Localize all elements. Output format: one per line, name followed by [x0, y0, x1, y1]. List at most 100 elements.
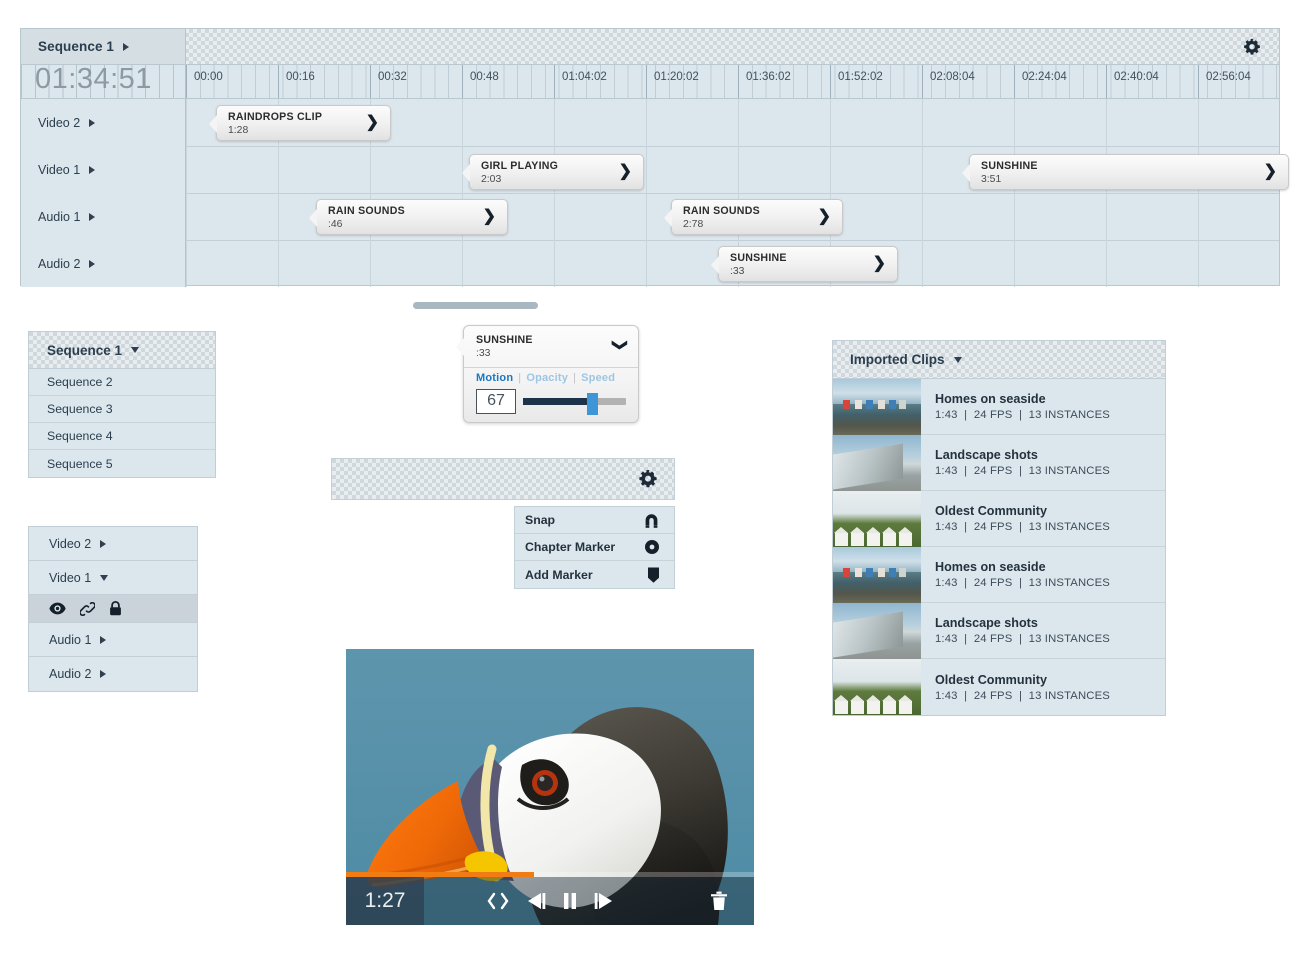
pause-button[interactable] — [561, 892, 579, 910]
sequence-dropdown-options: Sequence 2 Sequence 3 Sequence 4 Sequence 5 — [29, 369, 215, 477]
lock-toggle-button[interactable] — [109, 601, 122, 616]
clip-title: Oldest Community — [935, 504, 1047, 518]
timeline-sequence-label: Sequence 1 — [38, 39, 115, 54]
imported-clip-row[interactable]: Homes on seaside 1:43 | 24 FPS | 13 INSTA… — [833, 379, 1165, 435]
imported-clip-row[interactable]: Oldest Community 1:43 | 24 FPS | 13 INSTA… — [833, 491, 1165, 547]
property-tab-opacity[interactable]: Opacity — [526, 372, 568, 384]
chevron-right-icon[interactable]: ❯ — [818, 208, 831, 226]
track-gridline — [1014, 193, 1015, 240]
chevron-right-icon — [100, 670, 107, 678]
track-gridline — [646, 193, 647, 240]
track-control-row-video-2[interactable]: Video 2 — [29, 527, 197, 561]
timeline-clip[interactable]: SUNSHINE:33 ❯ — [711, 246, 898, 282]
chevron-right-icon — [100, 635, 107, 644]
sequence-dropdown-trigger[interactable]: Sequence 1 — [29, 332, 215, 369]
clip-thumbnail — [833, 491, 921, 547]
chevron-right-icon — [89, 165, 96, 174]
track-gridline — [278, 146, 279, 193]
property-tab-motion[interactable]: Motion — [476, 372, 513, 384]
clip-name: RAIN SOUNDS — [683, 205, 760, 217]
link-toggle-button[interactable] — [80, 601, 95, 616]
chevron-right-icon[interactable]: ❯ — [619, 163, 632, 181]
gear-icon — [1244, 38, 1260, 55]
imported-clips-header[interactable]: Imported Clips — [833, 341, 1165, 379]
magnet-icon — [645, 514, 658, 528]
menu-item-icon-slot — [647, 566, 660, 583]
chevron-down-icon[interactable]: ❯ — [612, 339, 630, 352]
menu-item-icon-slot — [643, 512, 660, 528]
track-gridline — [922, 240, 923, 287]
clip-properties-panel: SUNSHINE :33 ❯ Motion | Opacity | Speed 67 — [456, 325, 639, 423]
divider — [464, 367, 638, 368]
settings-gear-button[interactable] — [636, 468, 660, 492]
delete-clip-button[interactable] — [710, 891, 728, 911]
chevron-right-icon[interactable]: ❯ — [873, 255, 886, 273]
timeline-sequence-tab[interactable]: Sequence 1 — [21, 29, 186, 64]
timeline-track-lane[interactable]: RAIN SOUNDS:46 ❯ RAIN SOUNDS 2:78 ❯ — [186, 193, 1279, 240]
imported-clip-row[interactable]: Landscape shots 1:43 | 24 FPS | 13 INSTAN… — [833, 603, 1165, 659]
track-control-row-audio-2[interactable]: Audio 2 — [29, 657, 197, 691]
timeline-clip[interactable]: GIRL PLAYING 2:03 ❯ — [462, 154, 644, 190]
track-label-text: Video 2 — [38, 115, 81, 130]
timeline-horizontal-scrollbar[interactable] — [413, 302, 538, 309]
timeline-ruler-scale[interactable]: 00:00 00:16 00:32 00:48 01:04:02 01:20:02 01:3… — [186, 65, 1279, 98]
property-tab-speed[interactable]: Speed — [581, 372, 615, 384]
menu-item-add-marker[interactable]: Add Marker — [515, 561, 674, 588]
imported-clips-list: Homes on seaside 1:43 | 24 FPS | 13 INSTA… — [833, 379, 1165, 715]
timeline-track-lane[interactable]: SUNSHINE:33 ❯ — [186, 240, 1279, 287]
player-current-time: 1:27 — [346, 877, 424, 925]
sequence-dropdown-selected: Sequence 1 — [47, 342, 123, 358]
step-forward-button[interactable] — [593, 892, 615, 910]
timeline-track-lane[interactable]: GIRL PLAYING 2:03 ❯ SUNSHINE 3:51 ❯ — [186, 146, 1289, 193]
trash-icon — [711, 891, 727, 910]
track-gridline — [1198, 99, 1199, 146]
eye-toggle-button[interactable] — [49, 602, 66, 615]
menu-item-snap[interactable]: Snap — [515, 507, 674, 534]
chevron-right-icon[interactable]: ❯ — [366, 114, 379, 132]
timeline-clip[interactable]: SUNSHINE 3:51 ❯ — [962, 154, 1289, 190]
track-control-label: Video 1 — [49, 570, 92, 585]
sequence-option[interactable]: Sequence 5 — [29, 450, 215, 477]
clip-properties-value-input[interactable]: 67 — [476, 389, 516, 414]
timeline-ruler[interactable]: 01:34:51 00:00 00:16 00:32 00:48 01:04:02 01:… — [21, 65, 1279, 99]
ruler-major-tick — [370, 65, 371, 98]
sequence-option[interactable]: Sequence 4 — [29, 423, 215, 450]
slider-thumb[interactable] — [587, 393, 598, 415]
timeline-track-label-video-1[interactable]: Video 1 — [21, 146, 186, 193]
track-gridline — [462, 99, 463, 146]
imported-clip-row[interactable]: Homes on seaside 1:43 | 24 FPS | 13 INSTA… — [833, 547, 1165, 603]
timeline-clip[interactable]: RAINDROPS CLIP 1:28 ❯ — [209, 105, 391, 141]
timeline-track-lane[interactable]: RAINDROPS CLIP 1:28 ❯ — [186, 99, 1279, 146]
sequence-option[interactable]: Sequence 3 — [29, 396, 215, 423]
track-gridline — [186, 99, 187, 146]
step-backward-button[interactable] — [525, 892, 547, 910]
thumbnail-art-landscape — [833, 435, 921, 491]
imported-clip-row[interactable]: Landscape shots 1:43 | 24 FPS | 13 INSTAN… — [833, 435, 1165, 491]
clip-properties-slider[interactable] — [523, 393, 626, 415]
link-icon — [80, 601, 95, 616]
timeline-track-label-video-2[interactable]: Video 2 — [21, 99, 186, 146]
track-gridline — [554, 193, 555, 240]
timeline-clip[interactable]: RAIN SOUNDS 2:78 ❯ — [664, 199, 843, 235]
imported-clip-row[interactable]: Oldest Community 1:43 | 24 FPS | 13 INSTA… — [833, 659, 1165, 715]
chevron-right-icon[interactable]: ❯ — [1264, 163, 1277, 181]
track-gridline — [186, 193, 187, 240]
menu-item-chapter-marker[interactable]: Chapter Marker — [515, 534, 674, 561]
menu-item-label: Add Marker — [525, 567, 593, 582]
clip-thumbnail — [833, 659, 921, 715]
chevron-right-icon[interactable]: ❯ — [483, 208, 496, 226]
track-gridline — [1106, 193, 1107, 240]
in-out-points-button[interactable] — [485, 892, 511, 910]
track-control-row-video-1[interactable]: Video 1 — [29, 561, 197, 595]
clip-metadata: 1:43 | 24 FPS | 13 INSTANCES — [935, 465, 1110, 477]
sequence-option[interactable]: Sequence 2 — [29, 369, 215, 396]
timeline-track-label-audio-2[interactable]: Audio 2 — [21, 240, 186, 287]
timeline-track-container: Video 2 RAINDROPS CLIP 1:28 ❯ Video 1 GIRL PL… — [21, 99, 1289, 287]
timeline-clip[interactable]: RAIN SOUNDS:46 ❯ — [309, 199, 508, 235]
timeline-toolbar: Sequence 1 — [21, 29, 1279, 65]
video-preview-player[interactable]: 1:27 — [346, 649, 754, 925]
timeline-track-label-audio-1[interactable]: Audio 1 — [21, 193, 186, 240]
timeline-settings-gear-button[interactable] — [1241, 37, 1263, 59]
track-control-row-audio-1[interactable]: Audio 1 — [29, 623, 197, 657]
chevron-right-icon — [89, 118, 96, 127]
